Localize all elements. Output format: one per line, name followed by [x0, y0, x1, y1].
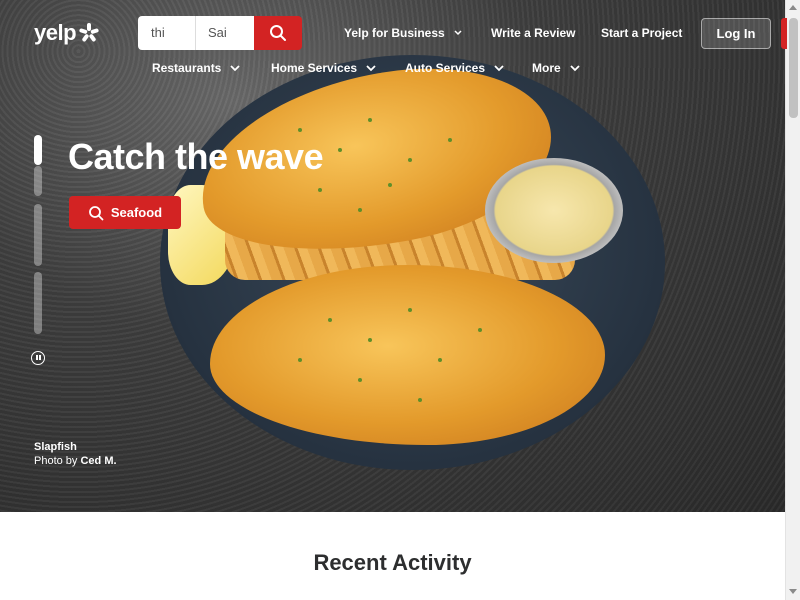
section-title: Recent Activity [313, 550, 472, 575]
signup-button[interactable] [781, 18, 787, 49]
logo-text: yelp [34, 20, 77, 45]
hero-headline: Catch the wave [68, 136, 324, 177]
start-project-link[interactable]: Start a Project [601, 26, 682, 40]
category-restaurants[interactable]: Restaurants [152, 61, 241, 75]
yelp-for-business-label: Yelp for Business [344, 26, 445, 40]
hero-photo-sauce-cup [485, 158, 623, 263]
business-name-link[interactable]: Slapfish [34, 440, 117, 454]
category-more[interactable]: More [532, 61, 581, 75]
find-input[interactable]: thi [138, 16, 196, 50]
category-label: Restaurants [152, 61, 222, 75]
yelp-for-business-menu[interactable]: Yelp for Business [344, 26, 463, 40]
search-bar: thi Sai [138, 16, 302, 50]
photographer-link[interactable]: Ced M. [80, 455, 116, 467]
cta-label: Seafood [110, 205, 163, 220]
category-label: Auto Services [405, 61, 486, 75]
search-icon [88, 205, 104, 220]
category-label: More [532, 61, 561, 75]
chevron-down-icon [494, 65, 504, 72]
carousel-indicator-remaining [34, 166, 42, 196]
yelp-burst-icon [79, 23, 99, 42]
page-scrollbar[interactable] [785, 0, 800, 600]
category-label: Home Services [271, 61, 358, 75]
search-icon [270, 25, 286, 41]
chevron-down-icon [570, 65, 580, 72]
photo-credit: Slapfish Photo by Ced M. [34, 440, 117, 468]
category-auto-services[interactable]: Auto Services [405, 61, 505, 75]
chevron-down-icon [366, 65, 376, 72]
carousel-indicator[interactable] [34, 204, 42, 266]
photo-attribution: Photo by Ced M. [34, 454, 117, 468]
seafood-cta-button[interactable]: Seafood [69, 196, 181, 229]
login-button[interactable]: Log In [701, 18, 771, 49]
chevron-down-icon [230, 65, 240, 72]
photo-by-label: Photo by [34, 455, 78, 467]
main-content: Recent Activity [0, 512, 785, 600]
carousel-indicator-active[interactable] [34, 135, 42, 165]
write-review-link[interactable]: Write a Review [491, 26, 575, 40]
scroll-down-icon[interactable] [789, 589, 797, 594]
category-home-services[interactable]: Home Services [271, 61, 377, 75]
scrollbar-thumb[interactable] [789, 18, 798, 118]
yelp-logo[interactable]: yelp [34, 20, 100, 46]
carousel-indicator[interactable] [34, 272, 42, 334]
scroll-up-icon[interactable] [789, 5, 797, 10]
near-input[interactable]: Sai [196, 16, 254, 50]
top-navigation: yelp thi Sai Yelp for Business Write a R… [0, 0, 787, 100]
pause-icon[interactable] [31, 351, 45, 365]
search-button[interactable] [254, 16, 302, 50]
chevron-down-icon [454, 30, 462, 36]
